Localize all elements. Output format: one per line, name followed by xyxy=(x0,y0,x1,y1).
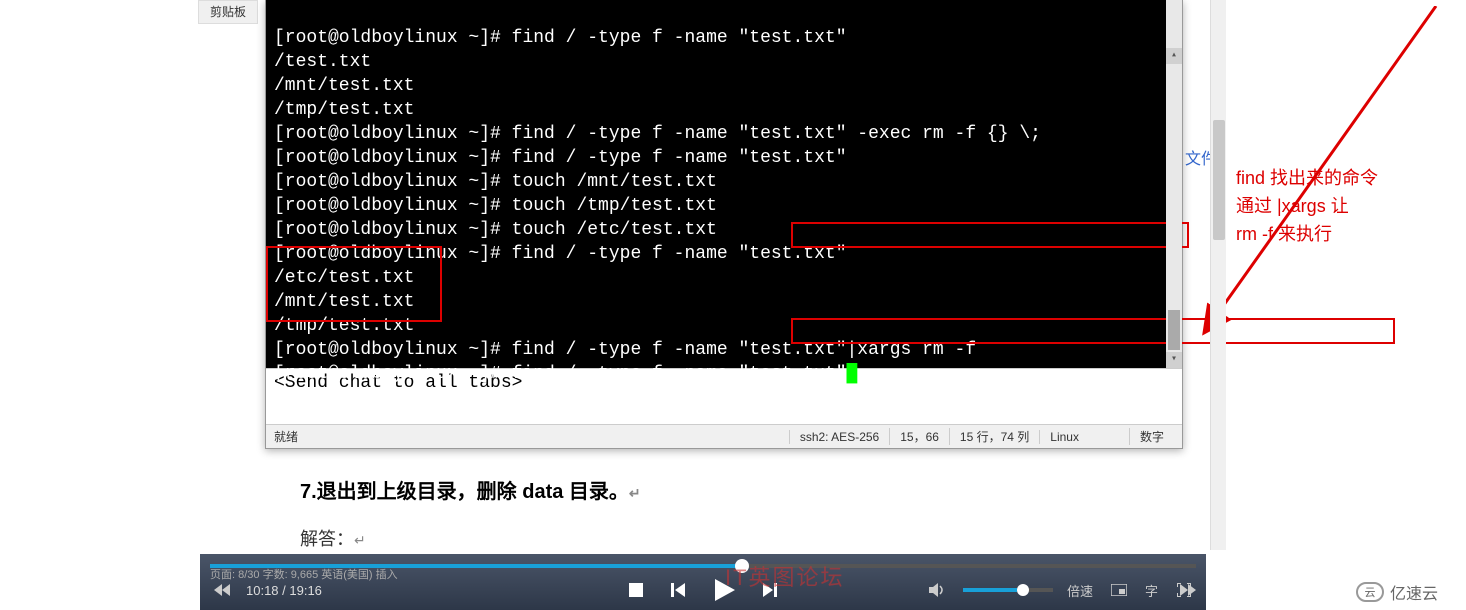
volume-icon[interactable] xyxy=(925,578,949,602)
heading-text: 7.退出到上级目录，删除 data 目录。 xyxy=(300,481,629,503)
terminal-line: /tmp/test.txt xyxy=(274,100,414,120)
overlay-watermark: IT英图论坛 xyxy=(725,560,845,592)
status-dimensions: 15 行，74 列 xyxy=(949,428,1039,445)
terminal-line: /tmp/test.txt xyxy=(274,316,414,336)
stop-button[interactable] xyxy=(624,578,648,602)
volume-fill xyxy=(963,588,1017,592)
annotation-line: find 找出来的命令 xyxy=(1236,164,1378,192)
terminal-line: /etc/test.txt xyxy=(274,268,414,288)
terminal-scrollbar[interactable]: ▴ ▾ xyxy=(1166,0,1182,368)
terminal-line: /mnt/test.txt xyxy=(274,292,414,312)
terminal-line: [root@oldboylinux ~]# touch /tmp/test.tx… xyxy=(274,196,717,216)
terminal-line: [root@oldboylinux ~]# find / -type f -na… xyxy=(274,28,847,48)
previous-button[interactable] xyxy=(666,578,690,602)
terminal-line: /test.txt xyxy=(274,52,371,72)
cursor: █ xyxy=(847,364,858,384)
caption-button[interactable]: 字 xyxy=(1145,581,1158,600)
terminal-line: [root@oldboylinux ~]# find / -type f -na… xyxy=(274,244,847,264)
status-os: Linux xyxy=(1039,430,1089,444)
video-player-bar: 页面: 8/30 字数: 9,665 英语(美国) 插入 10:18 / 19:… xyxy=(200,554,1206,610)
seek-forward-icon[interactable] xyxy=(1176,578,1200,602)
pip-icon[interactable] xyxy=(1107,578,1131,602)
paragraph-marker-icon: ↵ xyxy=(629,485,641,501)
volume-slider[interactable] xyxy=(963,588,1053,592)
terminal-line: [root@oldboylinux ~]# find / -type f -na… xyxy=(274,364,847,384)
document-heading: 7.退出到上级目录，删除 data 目录。↵ xyxy=(300,475,641,504)
paragraph-marker-icon: ↵ xyxy=(354,532,366,548)
terminal-line: [root@oldboylinux ~]# touch /etc/test.tx… xyxy=(274,220,717,240)
annotation-line: rm -f 来执行 xyxy=(1236,220,1378,248)
watermark-text: 亿速云 xyxy=(1390,580,1438,604)
status-numlock: 数字 xyxy=(1129,428,1174,445)
status-ssh: ssh2: AES-256 xyxy=(789,430,889,444)
terminal-line: /mnt/test.txt xyxy=(274,76,414,96)
volume-handle[interactable] xyxy=(1017,584,1029,596)
clipboard-panel-label: 剪贴板 xyxy=(198,0,258,24)
terminal-line: [root@oldboylinux ~]# find / -type f -na… xyxy=(274,148,847,168)
document-scrollbar[interactable] xyxy=(1210,0,1226,550)
terminal-line: [root@oldboylinux ~]# find / -type f -na… xyxy=(274,124,1041,144)
highlight-box xyxy=(791,222,1189,248)
brand-watermark: 云 亿速云 xyxy=(1356,580,1438,604)
terminal-window: [root@oldboylinux ~]# find / -type f -na… xyxy=(265,0,1183,449)
status-position: 15，66 xyxy=(889,428,949,445)
terminal-line: [root@oldboylinux ~]# find / -type f -na… xyxy=(274,340,976,360)
video-time: 10:18 / 19:16 xyxy=(246,583,322,598)
scroll-thumb[interactable] xyxy=(1168,310,1180,350)
scroll-thumb[interactable] xyxy=(1213,120,1225,240)
scroll-down-icon[interactable]: ▾ xyxy=(1166,352,1182,368)
speed-button[interactable]: 倍速 xyxy=(1067,581,1093,600)
annotation-line: 通过 |xargs 让 xyxy=(1236,192,1378,220)
terminal-output[interactable]: [root@oldboylinux ~]# find / -type f -na… xyxy=(266,0,1182,368)
annotation-text: find 找出来的命令 通过 |xargs 让 rm -f 来执行 xyxy=(1236,164,1378,248)
status-bar: 就绪 ssh2: AES-256 15，66 15 行，74 列 Linux 数… xyxy=(266,424,1182,448)
cloud-icon: 云 xyxy=(1356,582,1384,602)
footer-info: 页面: 8/30 字数: 9,665 英语(美国) 插入 xyxy=(210,566,398,582)
document-answer-label: 解答：↵ xyxy=(300,525,366,551)
scroll-up-icon[interactable]: ▴ xyxy=(1166,48,1182,64)
answer-text: 解答： xyxy=(300,529,354,549)
terminal-line: [root@oldboylinux ~]# touch /mnt/test.tx… xyxy=(274,172,717,192)
